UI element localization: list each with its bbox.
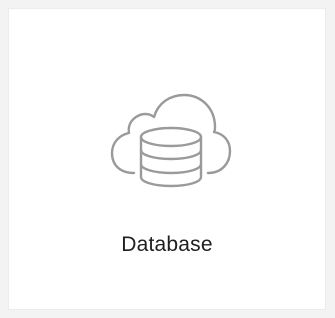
cloud-database-icon: [9, 81, 325, 193]
page: Database: [0, 0, 335, 318]
database-tile[interactable]: Database: [8, 8, 326, 310]
tile-label: Database: [121, 233, 213, 256]
